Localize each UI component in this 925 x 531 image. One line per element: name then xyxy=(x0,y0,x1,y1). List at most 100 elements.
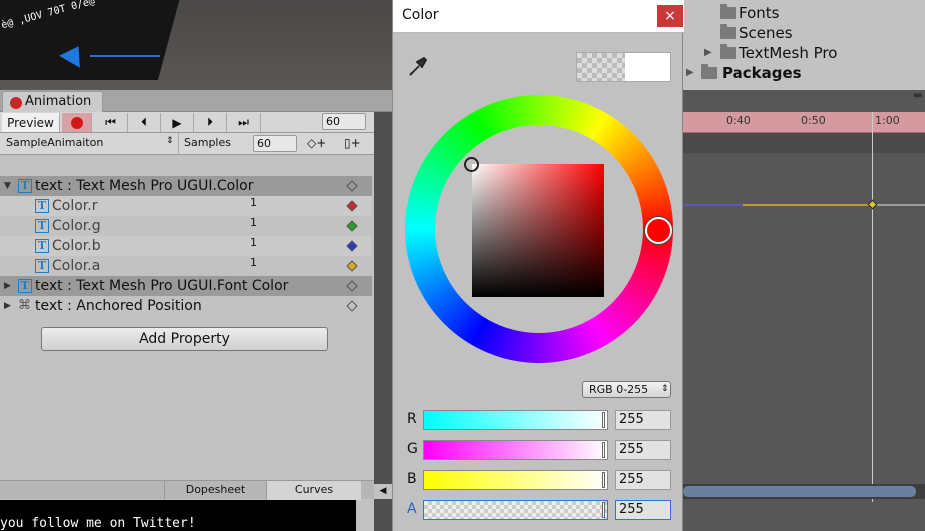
folder-icon xyxy=(720,44,736,59)
first-key-button[interactable]: ⏮ xyxy=(94,113,128,132)
channel-input-a[interactable]: 255 xyxy=(615,500,671,520)
record-button[interactable] xyxy=(62,113,92,132)
samples-input[interactable]: 60 xyxy=(253,135,297,152)
slider-knob[interactable] xyxy=(602,412,605,428)
color-mode-dropdown[interactable]: RGB 0-255 ⇕ xyxy=(582,381,671,398)
panel-divider[interactable] xyxy=(374,112,392,531)
keyframe-diamond-icon[interactable] xyxy=(346,240,358,252)
lock-icon[interactable]: ▬ xyxy=(913,90,925,104)
dropdown-arrows-icon: ⇕ xyxy=(661,384,669,394)
property-value[interactable]: 1 xyxy=(250,213,257,233)
property-row-color-g[interactable]: T Color.g 1 xyxy=(0,216,372,236)
sv-picker-handle[interactable] xyxy=(464,157,479,172)
play-button[interactable]: ▶ xyxy=(161,113,194,132)
frame-input[interactable]: 60 xyxy=(322,113,366,130)
property-label: text : Text Mesh Pro UGUI.Font Color xyxy=(35,278,289,294)
project-item-textmeshpro[interactable]: TextMesh Pro xyxy=(739,44,837,62)
project-item-packages[interactable]: Packages xyxy=(722,64,802,82)
channel-label-r: R xyxy=(407,411,417,427)
property-label: Color.r xyxy=(52,198,98,214)
scene-plane xyxy=(0,0,183,80)
property-label: Color.g xyxy=(52,218,101,234)
channel-input-r[interactable]: 255 xyxy=(615,410,671,430)
property-row-color[interactable]: ▼ T text : Text Mesh Pro UGUI.Color xyxy=(0,176,372,196)
rect-transform-icon: ⌘ xyxy=(18,298,31,313)
channel-label-b: B xyxy=(407,471,417,487)
keyframe-diamond-icon[interactable] xyxy=(346,300,358,312)
channel-slider-r[interactable] xyxy=(423,410,608,430)
close-button[interactable]: × xyxy=(657,5,683,27)
add-keyframe-icon[interactable]: ◇+ xyxy=(307,136,326,150)
property-row-font-color[interactable]: ▶ T text : Text Mesh Pro UGUI.Font Color xyxy=(0,276,372,296)
channel-input-g[interactable]: 255 xyxy=(615,440,671,460)
collapsed-arrow-icon[interactable]: ▶ xyxy=(4,276,11,296)
project-item-scenes[interactable]: Scenes xyxy=(739,24,793,42)
prev-key-button[interactable]: ⏴ xyxy=(128,113,161,132)
add-property-button[interactable]: Add Property xyxy=(41,327,328,351)
last-key-button[interactable]: ⏭ xyxy=(227,113,261,132)
preview-button[interactable]: Preview xyxy=(2,113,60,132)
color-picker-titlebar[interactable]: Color × xyxy=(393,0,684,33)
keyframe-diamond-icon[interactable] xyxy=(346,280,358,292)
timeline-event-bar[interactable] xyxy=(683,133,925,153)
property-row-color-b[interactable]: T Color.b 1 xyxy=(0,236,372,256)
scroll-left-arrow-icon[interactable]: ◀ xyxy=(374,484,392,499)
text-component-icon: T xyxy=(35,219,49,233)
curve-lines xyxy=(683,204,925,206)
playhead-line[interactable] xyxy=(872,112,873,502)
channel-slider-b[interactable] xyxy=(423,470,608,490)
curve-editor[interactable] xyxy=(683,90,925,531)
hue-picker-handle[interactable] xyxy=(645,217,672,244)
console-text: you follow me on Twitter! xyxy=(0,516,196,531)
scrollbar-thumb[interactable] xyxy=(683,486,916,497)
property-label: Color.a xyxy=(52,258,101,274)
play-icon: ▶ xyxy=(172,115,182,130)
keyframe-diamond-icon[interactable] xyxy=(346,200,358,212)
next-key-button[interactable]: ⏵ xyxy=(194,113,227,132)
property-value[interactable]: 1 xyxy=(250,233,257,253)
property-value[interactable]: 1 xyxy=(250,253,257,273)
prev-key-icon: ⏴ xyxy=(140,115,147,129)
slider-knob[interactable] xyxy=(602,442,605,458)
keyframe-diamond-icon[interactable] xyxy=(346,180,358,192)
channel-slider-a[interactable] xyxy=(423,500,608,520)
tab-dopesheet[interactable]: Dopesheet xyxy=(164,481,266,500)
timeline-tick: 0:40 xyxy=(726,114,751,127)
channel-input-b[interactable]: 255 xyxy=(615,470,671,490)
tab-animation[interactable]: Animation xyxy=(2,91,103,112)
folder-icon xyxy=(701,64,717,79)
scene-gizmo-line xyxy=(90,55,160,57)
slider-knob[interactable] xyxy=(602,472,605,488)
property-value[interactable]: 1 xyxy=(250,193,257,213)
add-event-icon[interactable]: ▯+ xyxy=(344,136,361,150)
channel-label-a: A xyxy=(407,501,417,517)
timeline-ruler[interactable]: 0:40 0:50 1:00 xyxy=(683,112,925,133)
project-tree: Fonts Scenes ▶ TextMesh Pro ▶ Packages xyxy=(683,0,925,90)
expand-arrow-icon[interactable]: ▶ xyxy=(686,67,694,78)
clip-dropdown[interactable]: SampleAnimaiton ⇕ xyxy=(6,136,176,149)
tab-curves[interactable]: Curves xyxy=(266,481,361,500)
saturation-value-square[interactable] xyxy=(472,164,604,297)
text-component-icon: T xyxy=(35,199,49,213)
first-key-icon: ⏮ xyxy=(105,115,116,129)
view-mode-tabs: Dopesheet Curves xyxy=(0,480,374,500)
keyframe-diamond-icon[interactable] xyxy=(346,220,358,232)
clip-toolbar: SampleAnimaiton ⇕ Samples 60 ◇+ ▯+ xyxy=(0,133,374,155)
property-row-color-a[interactable]: T Color.a 1 xyxy=(0,256,372,276)
expand-arrow-icon[interactable]: ▶ xyxy=(704,47,712,58)
project-item-fonts[interactable]: Fonts xyxy=(739,4,779,22)
scene-view[interactable]: è@ ,UOV 70T 0/è@ xyxy=(0,0,392,90)
property-row-color-r[interactable]: T Color.r 1 xyxy=(0,196,372,216)
horizontal-scrollbar[interactable] xyxy=(683,484,925,499)
text-component-icon: T xyxy=(18,179,32,193)
slider-knob[interactable] xyxy=(602,502,605,518)
property-list: ▼ T text : Text Mesh Pro UGUI.Color T Co… xyxy=(0,155,374,480)
property-row-anchored-position[interactable]: ▶ ⌘ text : Anchored Position xyxy=(0,296,372,316)
channel-slider-g[interactable] xyxy=(423,440,608,460)
color-swatch-preview[interactable] xyxy=(576,52,671,82)
eyedropper-icon[interactable] xyxy=(407,55,429,77)
collapsed-arrow-icon[interactable]: ▶ xyxy=(4,296,11,316)
folder-icon xyxy=(720,24,736,39)
expanded-arrow-icon[interactable]: ▼ xyxy=(4,176,11,196)
keyframe-diamond-icon[interactable] xyxy=(346,260,358,272)
